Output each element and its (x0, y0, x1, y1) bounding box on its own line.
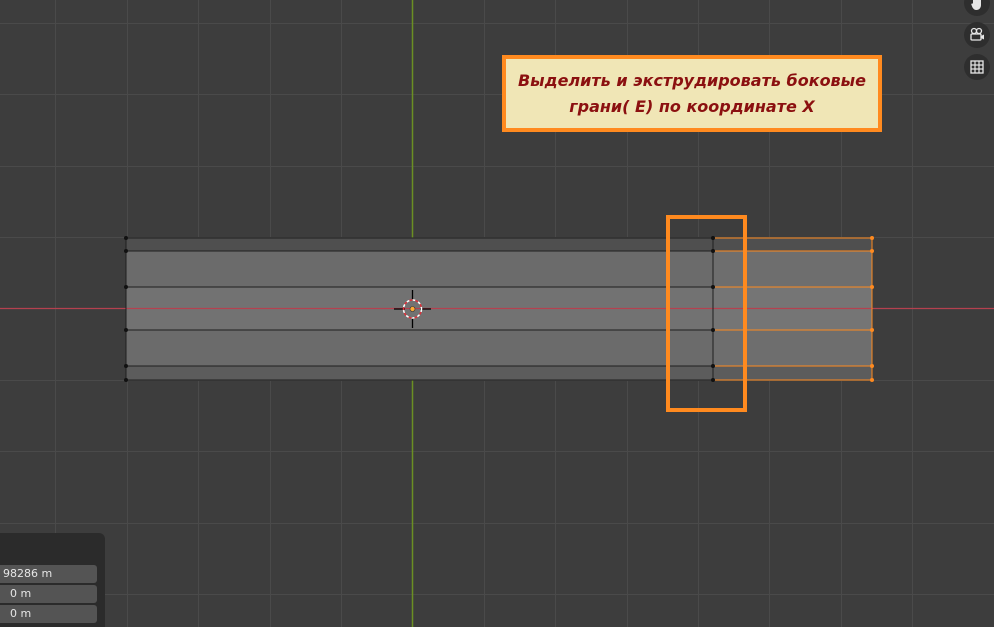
camera-icon[interactable] (964, 22, 990, 48)
operator-panel[interactable]: 98286 m 0 m 0 m (0, 533, 105, 627)
navigation-gizmo (964, 0, 990, 80)
annotation-callout: Выделить и экструдировать боковые грани( … (502, 55, 882, 132)
move-z-field[interactable]: 0 m (0, 605, 97, 623)
annotation-line-2: грани( E) по координате X (569, 96, 815, 116)
mesh-object[interactable] (0, 236, 994, 382)
move-y-field[interactable]: 0 m (0, 585, 97, 603)
grid-icon[interactable] (964, 54, 990, 80)
move-x-field[interactable]: 98286 m (0, 565, 97, 583)
annotation-text: Выделить и экструдировать боковые грани( … (512, 68, 872, 120)
3d-viewport[interactable]: Выделить и экструдировать боковые грани( … (0, 0, 994, 627)
annotation-line-1: Выделить и экструдировать боковые (517, 70, 866, 90)
hand-pan-icon[interactable] (964, 0, 990, 16)
